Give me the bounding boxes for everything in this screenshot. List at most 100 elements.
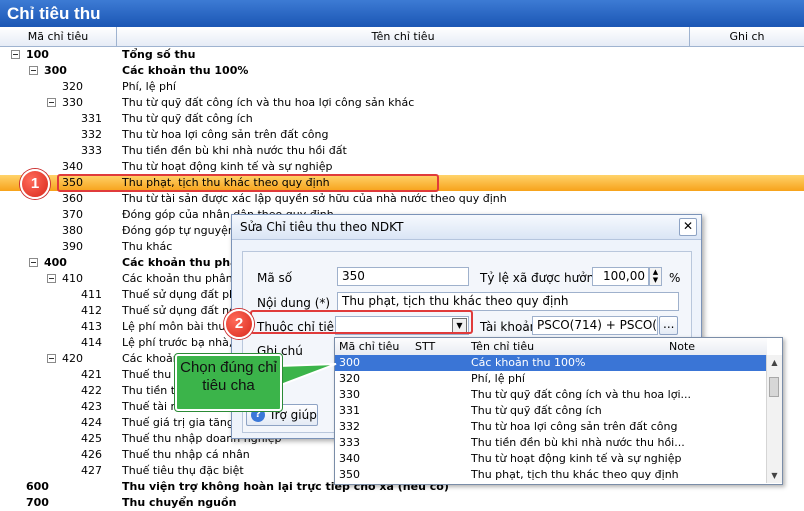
collapse-icon[interactable] — [47, 274, 56, 283]
tree-row-code: 332 — [81, 128, 102, 141]
dropdown-option-350[interactable]: 350 Thu phạt, tịch thu khác theo quy định — [335, 467, 767, 483]
dropdown-header-stt: STT — [415, 340, 436, 353]
dropdown-scrollbar[interactable]: ▲ ▼ — [766, 355, 782, 483]
tree-row-code: 600 — [26, 480, 49, 493]
dropdown-option-330[interactable]: 330 Thu từ quỹ đất công ích và thu hoa lợ… — [335, 387, 767, 403]
dropdown-option-name: Thu từ hoa lợi công sản trên đất công — [471, 420, 678, 433]
percent-label: % — [669, 271, 681, 285]
collapse-icon[interactable] — [11, 50, 20, 59]
tai-khoan-input[interactable]: PSCO(714) + PSCO(7 — [532, 316, 658, 335]
step-badge-1: 1 — [20, 169, 50, 199]
dropdown-header-note: Note — [669, 340, 696, 353]
tree-row-code: 333 — [81, 144, 102, 157]
tree-row-name: Thu khác — [122, 240, 173, 253]
tree-row-code: 421 — [81, 368, 102, 381]
dropdown-option-332[interactable]: 332 Thu từ hoa lợi công sản trên đất công — [335, 419, 767, 435]
dropdown-option-331[interactable]: 331 Thu từ quỹ đất công ích — [335, 403, 767, 419]
tree-row-code: 330 — [62, 96, 83, 109]
dropdown-header-code: Mã chỉ tiêu — [339, 340, 400, 353]
tree-row-code: 427 — [81, 464, 102, 477]
dropdown-option-320[interactable]: 320 Phí, lệ phí — [335, 371, 767, 387]
close-icon[interactable]: ✕ — [679, 218, 697, 236]
tree-row-340[interactable]: 340 Thu từ hoạt động kinh tế và sự nghiệp — [0, 159, 804, 175]
step-badge-2: 2 — [224, 309, 254, 339]
dropdown-option-code: 350 — [339, 468, 360, 481]
ty-le-spinner[interactable]: ▲ ▼ — [649, 267, 662, 286]
tree-row-name: Các khoản thu 100% — [122, 64, 249, 77]
tree-row-333[interactable]: 333 Thu tiền đền bù khi nhà nước thu hồi … — [0, 143, 804, 159]
dropdown-option-code: 340 — [339, 452, 360, 465]
tree-row-name: Lệ phí môn bài thu từ — [122, 320, 241, 333]
scroll-down-icon[interactable]: ▼ — [767, 468, 782, 483]
scroll-thumb[interactable] — [769, 377, 779, 397]
column-header-name[interactable]: Tên chỉ tiêu — [117, 27, 690, 46]
window-title: Chỉ tiêu thu — [0, 0, 804, 27]
tree-row-code: 424 — [81, 416, 102, 429]
dropdown-option-name: Thu từ quỹ đất công ích và thu hoa lợi..… — [471, 388, 692, 401]
collapse-icon[interactable] — [47, 354, 56, 363]
tree-row-name: Tổng số thu — [122, 48, 196, 61]
tree-row-code: 340 — [62, 160, 83, 173]
tree-row-name: Thuế giá trị gia tăng — [122, 416, 234, 429]
tree-row-name: Thu từ hoa lợi công sản trên đất công — [122, 128, 329, 141]
tai-khoan-browse-button[interactable]: ... — [659, 316, 678, 335]
tree-row-code: 331 — [81, 112, 102, 125]
dialog-title-bar: Sửa Chỉ tiêu thu theo NDKT ✕ — [232, 215, 701, 240]
ty-le-input[interactable]: 100,00 — [592, 267, 649, 286]
collapse-icon[interactable] — [29, 258, 38, 267]
column-header-code[interactable]: Mã chỉ tiêu — [0, 27, 117, 46]
tree-row-code: 390 — [62, 240, 83, 253]
ma-so-label: Mã số — [257, 271, 293, 285]
tai-khoan-label: Tài khoản — [480, 320, 538, 334]
tree-row-name: Thu từ hoạt động kinh tế và sự nghiệp — [122, 160, 333, 173]
tree-row-code: 400 — [44, 256, 67, 269]
tree-row-332[interactable]: 332 Thu từ hoa lợi công sản trên đất công — [0, 127, 804, 143]
tree-row-code: 423 — [81, 400, 102, 413]
tree-row-300[interactable]: 300 Các khoản thu 100% — [0, 63, 804, 79]
tree-row-code: 412 — [81, 304, 102, 317]
collapse-icon[interactable] — [47, 98, 56, 107]
tree-row-320[interactable]: 320 Phí, lệ phí — [0, 79, 804, 95]
tree-row-100[interactable]: 100 Tổng số thu — [0, 47, 804, 63]
tree-row-code: 410 — [62, 272, 83, 285]
dropdown-option-code: 330 — [339, 388, 360, 401]
column-header-bar: Mã chỉ tiêu Tên chỉ tiêu Ghi ch — [0, 27, 804, 47]
dropdown-option-code: 332 — [339, 420, 360, 433]
highlight-parent-combo — [250, 310, 473, 334]
dropdown-option-333[interactable]: 333 Thu tiền đền bù khi nhà nước thu hồi.… — [335, 435, 767, 451]
tree-row-360[interactable]: 360 Thu từ tài sản được xác lập quyền sở … — [0, 191, 804, 207]
dropdown-option-300[interactable]: 300 Các khoản thu 100% — [335, 355, 767, 371]
tree-row-code: 300 — [44, 64, 67, 77]
collapse-icon[interactable] — [29, 66, 38, 75]
ma-so-input[interactable]: 350 — [337, 267, 469, 286]
tree-row-name: Thuế tiêu thụ đặc biệt — [122, 464, 244, 477]
dialog-title: Sửa Chỉ tiêu thu theo NDKT — [240, 220, 404, 234]
tree-row-code: 360 — [62, 192, 83, 205]
tree-row-code: 380 — [62, 224, 83, 237]
dropdown-option-name: Phí, lệ phí — [471, 372, 525, 385]
dropdown-option-name: Thu tiền đền bù khi nhà nước thu hồi... — [471, 436, 685, 449]
scroll-up-icon[interactable]: ▲ — [767, 355, 782, 370]
dropdown-option-code: 333 — [339, 436, 360, 449]
dropdown-option-340[interactable]: 340 Thu từ hoạt động kinh tế và sự nghiệp — [335, 451, 767, 467]
tree-row-330[interactable]: 330 Thu từ quỹ đất công ích và thu hoa lợ… — [0, 95, 804, 111]
column-header-note[interactable]: Ghi ch — [690, 27, 804, 46]
tree-row-code: 411 — [81, 288, 102, 301]
tree-row-name: Phí, lệ phí — [122, 80, 176, 93]
hint-tooltip: Chọn đúng chỉ tiêu cha — [175, 354, 282, 411]
tree-row-code: 414 — [81, 336, 102, 349]
tree-row-code: 420 — [62, 352, 83, 365]
tree-row-name: Thu từ tài sản được xác lập quyền sở hữu… — [122, 192, 507, 205]
tree-row-code: 425 — [81, 432, 102, 445]
noi-dung-input[interactable]: Thu phạt, tịch thu khác theo quy định — [337, 292, 679, 311]
tree-row-name: Thuế thu nhập cá nhân — [122, 448, 250, 461]
dropdown-option-code: 320 — [339, 372, 360, 385]
tree-row-code: 426 — [81, 448, 102, 461]
tree-row-code: 413 — [81, 320, 102, 333]
dropdown-option-code: 300 — [339, 356, 360, 369]
tree-row-331[interactable]: 331 Thu từ quỹ đất công ích — [0, 111, 804, 127]
highlight-row-350 — [57, 174, 439, 192]
tree-row-name: Thu tiền đền bù khi nhà nước thu hồi đất — [122, 144, 347, 157]
tree-row-code: 100 — [26, 48, 49, 61]
parent-indicator-dropdown[interactable]: Mã chỉ tiêu STT Tên chỉ tiêu Note 300 Các… — [334, 337, 783, 485]
